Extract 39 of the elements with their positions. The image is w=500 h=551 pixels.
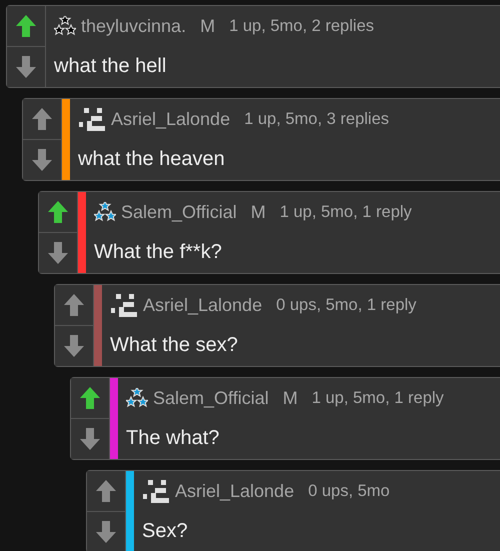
- down-arrow-icon: [95, 520, 117, 544]
- downvote-button[interactable]: [55, 325, 93, 366]
- comment-text: The what?: [126, 426, 220, 450]
- down-arrow-icon: [47, 241, 69, 265]
- comment-meta: 1 up, 5mo, 2 replies: [229, 16, 374, 36]
- username-link[interactable]: Salem_Official: [153, 388, 269, 408]
- username-link[interactable]: theyluvcinna.: [81, 16, 186, 36]
- down-arrow-icon: [79, 427, 101, 451]
- comment-meta: 0 ups, 5mo, 1 reply: [276, 296, 416, 314]
- up-arrow-icon: [15, 14, 37, 38]
- up-arrow-icon: [47, 200, 69, 224]
- comment-meta: 1 up, 5mo, 1 reply: [280, 202, 412, 222]
- comment-text: what the heaven: [78, 146, 226, 172]
- comment-text: what the hell: [54, 54, 168, 78]
- comment-meta: 1 up, 5mo, 1 reply: [312, 388, 444, 408]
- username-link[interactable]: Asriel_Lalonde: [175, 480, 294, 502]
- up-arrow-icon: [95, 479, 117, 503]
- comment-text: What the f**k?: [94, 240, 223, 264]
- up-arrow-icon: [31, 107, 53, 131]
- username-link[interactable]: Salem_Official: [121, 202, 237, 222]
- comment-text: Sex?: [142, 518, 189, 544]
- comment-text: What the sex?: [110, 332, 239, 358]
- up-arrow-icon: [79, 386, 101, 410]
- comment-meta: 1 up, 5mo, 3 replies: [244, 110, 390, 128]
- down-arrow-icon: [31, 148, 53, 172]
- down-arrow-icon: [15, 55, 37, 79]
- mod-label: M: [250, 202, 266, 222]
- mod-label: M: [282, 388, 298, 408]
- downvote-button[interactable]: [23, 139, 61, 180]
- username-link[interactable]: Asriel_Lalonde: [143, 294, 262, 316]
- downvote-button[interactable]: [7, 46, 45, 87]
- username-link[interactable]: Asriel_Lalonde: [111, 108, 230, 130]
- downvote-button[interactable]: [39, 232, 77, 273]
- comment-meta: 0 ups, 5mo: [308, 482, 390, 500]
- downvote-button[interactable]: [71, 418, 109, 459]
- mod-label: M: [200, 16, 216, 36]
- downvote-button[interactable]: [87, 511, 125, 551]
- up-arrow-icon: [63, 293, 85, 317]
- down-arrow-icon: [63, 334, 85, 358]
